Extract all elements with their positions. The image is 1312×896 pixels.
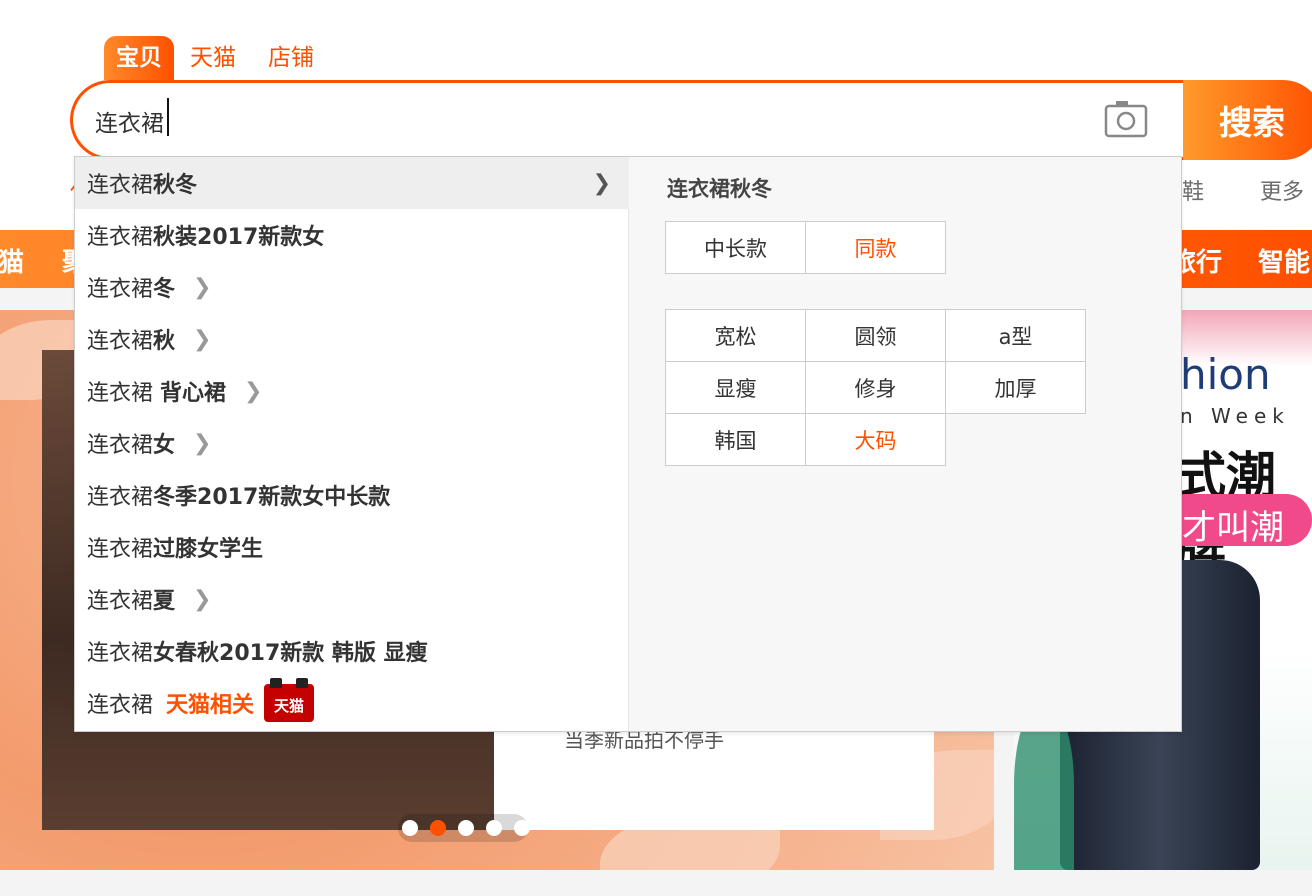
suggestion-list: 连衣裙 秋冬 ❯ 连衣裙 秋装2017新款女 连衣裙冬 ❯ 连衣裙秋 ❯ 连衣裙 背…: [75, 157, 629, 731]
suggestion-suffix: 女春秋2017新款 韩版 显瘦: [153, 641, 428, 666]
nav-item-tmall[interactable]: 猫: [0, 242, 24, 279]
attribute-tag[interactable]: 大码: [806, 414, 946, 466]
carousel-dot[interactable]: [458, 820, 474, 836]
camera-icon[interactable]: [1104, 100, 1148, 138]
suggestion-item[interactable]: 连衣裙秋 ❯: [75, 313, 629, 365]
suggestion-prefix: 连衣裙: [87, 329, 154, 354]
carousel-dot[interactable]: [486, 820, 502, 836]
nav-item-smart[interactable]: 智能: [1258, 242, 1310, 279]
search-input[interactable]: [95, 101, 995, 141]
suggestion-prefix: 连衣裙: [87, 693, 160, 718]
suggestion-item-tmall[interactable]: 连衣裙 天猫相关 天猫: [75, 677, 629, 729]
suggestion-suffix: 秋装2017新款女: [153, 225, 325, 250]
suggestion-item[interactable]: 连衣裙 秋装2017新款女: [75, 209, 629, 261]
chevron-right-icon: ❯: [193, 430, 212, 456]
hot-word-shoes[interactable]: 鞋: [1182, 174, 1204, 206]
suggestion-item[interactable]: 连衣裙 背心裙 ❯: [75, 365, 629, 417]
search-type-tabs: 宝贝 天猫 店铺: [104, 36, 330, 80]
suggestion-prefix: 连衣裙: [87, 225, 154, 250]
attribute-tag[interactable]: 同款: [806, 222, 946, 274]
attribute-tag[interactable]: 圆领: [806, 310, 946, 362]
suggestion-suffix: 女: [153, 433, 176, 458]
attribute-tag[interactable]: 加厚: [946, 362, 1086, 414]
suggestion-item[interactable]: 连衣裙 秋冬 ❯: [75, 157, 629, 209]
suggestion-prefix: 连衣裙: [87, 277, 154, 302]
text-caret: [167, 98, 169, 136]
suggestion-detail-panel: 连衣裙秋冬 中长款 同款 宽松 圆领 a型 显瘦 修身 加厚 韩国 大码: [629, 157, 1181, 731]
attribute-tag[interactable]: 显瘦: [666, 362, 806, 414]
chevron-right-icon: ❯: [592, 170, 611, 196]
suggestion-prefix: 连衣裙: [87, 433, 154, 458]
suggestion-item[interactable]: 连衣裙 女春秋2017新款 韩版 显瘦: [75, 625, 629, 677]
suggestion-suffix: 夏: [153, 589, 176, 614]
suggestion-suffix: 秋: [153, 329, 176, 354]
tmall-cat-icon: 天猫: [264, 678, 315, 722]
chevron-right-icon: ❯: [193, 326, 212, 352]
suggestion-item[interactable]: 连衣裙冬 ❯: [75, 261, 629, 313]
attribute-tag[interactable]: 中长款: [666, 222, 806, 274]
search-button[interactable]: 搜索: [1183, 80, 1312, 160]
chevron-right-icon: ❯: [193, 586, 212, 612]
attribute-tag[interactable]: a型: [946, 310, 1086, 362]
side-banner-pill-text: 才叫潮: [1182, 508, 1284, 548]
suggestion-prefix: 连衣裙: [87, 381, 160, 406]
suggestion-prefix: 连衣裙: [87, 485, 154, 510]
suggestion-suffix: 冬季2017新款女中长款: [153, 485, 391, 510]
chevron-right-icon: ❯: [244, 378, 263, 404]
tab-tmall[interactable]: 天猫: [174, 36, 252, 80]
bottom-strip: [0, 870, 1312, 896]
carousel-dot[interactable]: [402, 820, 418, 836]
suggestion-suffix: 秋冬: [153, 173, 198, 198]
suggestion-prefix: 连衣裙: [87, 173, 154, 198]
tab-items[interactable]: 宝贝: [104, 36, 174, 80]
chevron-right-icon: ❯: [193, 274, 212, 300]
attribute-group-2: 宽松 圆领 a型 显瘦 修身 加厚 韩国 大码: [665, 309, 1086, 466]
attribute-tag[interactable]: 修身: [806, 362, 946, 414]
tmall-related-label: 天猫相关: [166, 693, 255, 718]
suggestion-item[interactable]: 连衣裙女 ❯: [75, 417, 629, 469]
attribute-tag[interactable]: 韩国: [666, 414, 806, 466]
suggestion-item[interactable]: 连衣裙 冬季2017新款女中长款: [75, 469, 629, 521]
carousel-dot-active[interactable]: [430, 820, 446, 836]
suggestion-prefix: 连衣裙: [87, 641, 154, 666]
side-banner-fashion: hion: [1180, 350, 1271, 399]
tab-shops[interactable]: 店铺: [252, 36, 330, 80]
suggestion-item[interactable]: 连衣裙 过膝女学生: [75, 521, 629, 573]
suggestion-prefix: 连衣裙: [87, 537, 154, 562]
suggestion-item[interactable]: 连衣裙夏 ❯: [75, 573, 629, 625]
hot-word-more[interactable]: 更多: [1260, 174, 1304, 206]
suggestion-suffix: 过膝女学生: [153, 537, 264, 562]
side-banner-week: n Week: [1180, 404, 1290, 428]
detail-title: 连衣裙秋冬: [667, 177, 772, 201]
suggestion-suffix: 背心裙: [160, 381, 227, 406]
search-box: [70, 80, 1186, 160]
attribute-group-1: 中长款 同款: [665, 221, 946, 274]
suggestion-dropdown: 连衣裙 秋冬 ❯ 连衣裙 秋装2017新款女 连衣裙冬 ❯ 连衣裙秋 ❯ 连衣裙 背…: [74, 156, 1182, 732]
attribute-tag[interactable]: 宽松: [666, 310, 806, 362]
suggestion-prefix: 连衣裙: [87, 589, 154, 614]
carousel-dot[interactable]: [514, 820, 530, 836]
suggestion-suffix: 冬: [153, 277, 176, 302]
